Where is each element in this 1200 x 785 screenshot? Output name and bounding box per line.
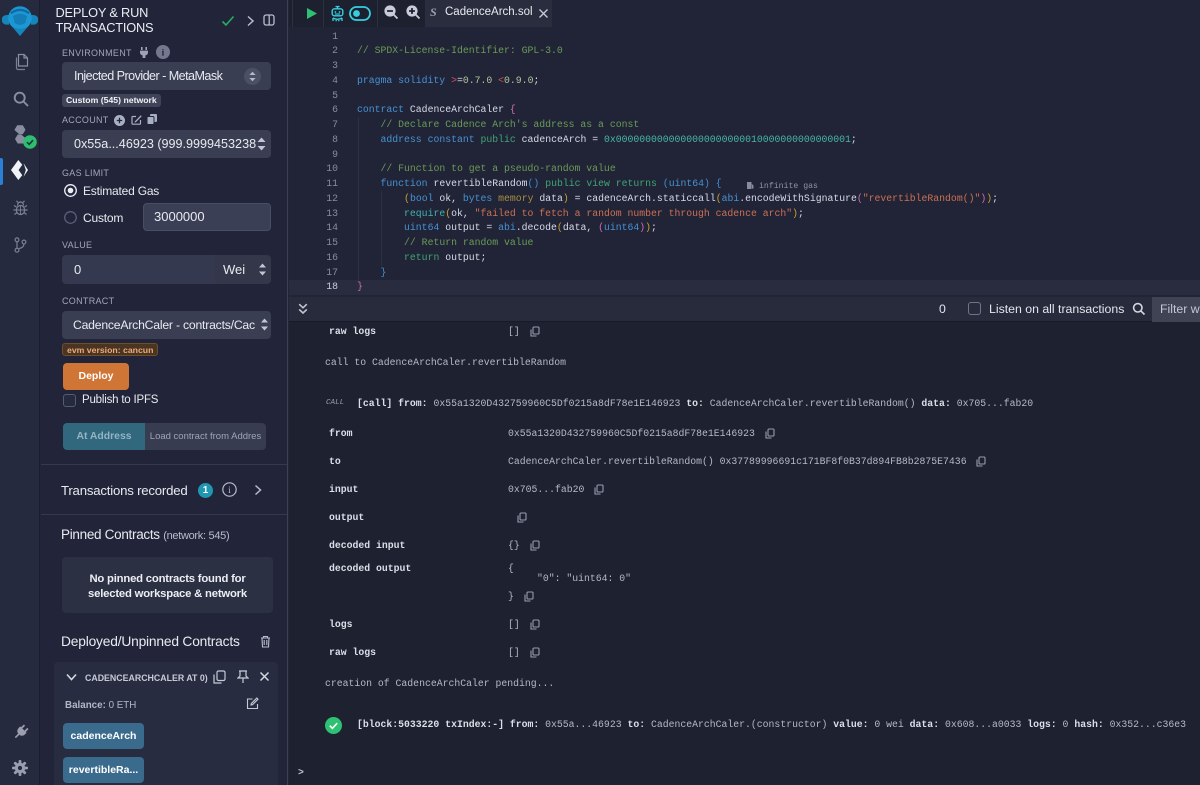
- svg-text:i: i: [228, 485, 231, 495]
- svg-text:i: i: [162, 48, 165, 58]
